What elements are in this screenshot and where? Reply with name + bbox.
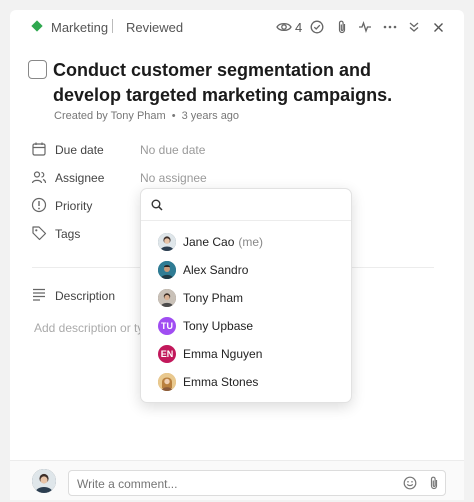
- assignee-option[interactable]: Tony Pham: [141, 284, 351, 312]
- assignee-value[interactable]: No assignee: [140, 171, 207, 185]
- avatar: [32, 469, 56, 493]
- priority-label: Priority: [55, 199, 93, 213]
- assignee-option-name: Tony Upbase: [183, 319, 254, 333]
- assignee-search: [141, 189, 351, 221]
- tag-icon: [32, 226, 47, 241]
- close-button[interactable]: [433, 18, 444, 36]
- tags-label: Tags: [55, 227, 81, 241]
- assignee-option-name: Tony Pham: [183, 291, 244, 305]
- eye-icon: [276, 22, 292, 32]
- assignee-search-input[interactable]: [169, 195, 345, 215]
- activity-pulse-icon: [359, 20, 371, 34]
- close-icon: [434, 22, 443, 32]
- paperclip-icon: [338, 20, 346, 34]
- comment-box: [68, 470, 446, 496]
- assignee-option[interactable]: Jane Cao (me): [141, 228, 351, 256]
- avatar: [158, 289, 176, 307]
- breadcrumb-separator: [112, 19, 113, 33]
- assignee-option[interactable]: Alex Sandro: [141, 256, 351, 284]
- more-options-button[interactable]: [383, 18, 397, 36]
- attachment-button[interactable]: [336, 18, 348, 36]
- ellipsis-icon: [383, 25, 397, 29]
- paperclip-icon[interactable]: [428, 476, 440, 490]
- check-circle-icon: [310, 20, 324, 34]
- assignee-option-name: Alex Sandro: [183, 263, 249, 277]
- emoji-icon[interactable]: [403, 476, 417, 490]
- created-by: Created by Tony Pham: [54, 110, 166, 122]
- breadcrumb-status[interactable]: Reviewed: [126, 20, 183, 35]
- assignee-option[interactable]: EN Emma Nguyen: [141, 340, 351, 368]
- watchers-button[interactable]: 4: [276, 18, 302, 36]
- search-icon: [151, 199, 163, 211]
- task-header-bar: Marketing Reviewed 4: [10, 10, 464, 44]
- assignee-label: Assignee: [55, 171, 105, 185]
- created-ago: 3 years ago: [181, 110, 240, 122]
- project-diamond-icon: [31, 20, 43, 32]
- activity-button[interactable]: [358, 18, 372, 36]
- meta-dot: •: [171, 110, 176, 122]
- task-meta: Created by Tony Pham • 3 years ago: [54, 110, 239, 122]
- assignee-option-name: Emma Stones: [183, 375, 259, 389]
- task-complete-checkbox[interactable]: [28, 60, 47, 79]
- double-chevron-down-icon: [409, 22, 419, 32]
- watchers-count: 4: [295, 19, 303, 35]
- avatar: EN: [158, 345, 176, 363]
- due-date-value[interactable]: No due date: [140, 143, 205, 157]
- assignee-option-name: Jane Cao: [183, 235, 235, 249]
- description-input[interactable]: Add description or typ: [34, 321, 148, 335]
- task-title[interactable]: Conduct customer segmentation and develo…: [53, 58, 433, 108]
- comment-bar: [10, 460, 464, 500]
- assignee-option[interactable]: TU Tony Upbase: [141, 312, 351, 340]
- assignee-option-name: Emma Nguyen: [183, 347, 263, 361]
- complete-button[interactable]: [310, 18, 324, 36]
- avatar: [158, 233, 176, 251]
- avatar: [158, 261, 176, 279]
- assignee-dropdown: Jane Cao (me) Alex Sandro Tony Pham TU T…: [140, 188, 352, 403]
- description-label: Description: [55, 289, 116, 303]
- task-detail-panel: Marketing Reviewed 4 Conduct customer se…: [10, 10, 464, 500]
- due-date-label: Due date: [55, 143, 104, 157]
- calendar-icon: [32, 142, 46, 156]
- avatar: TU: [158, 317, 176, 335]
- breadcrumb-project[interactable]: Marketing: [51, 20, 108, 35]
- user-group-icon: [31, 171, 47, 184]
- collapse-button[interactable]: [408, 18, 420, 36]
- priority-icon: [31, 197, 47, 213]
- text-lines-icon: [33, 288, 45, 301]
- assignee-option[interactable]: Emma Stones: [141, 368, 351, 396]
- avatar: [158, 373, 176, 391]
- assignee-option-me-tag: (me): [238, 235, 264, 249]
- comment-input[interactable]: [77, 475, 377, 493]
